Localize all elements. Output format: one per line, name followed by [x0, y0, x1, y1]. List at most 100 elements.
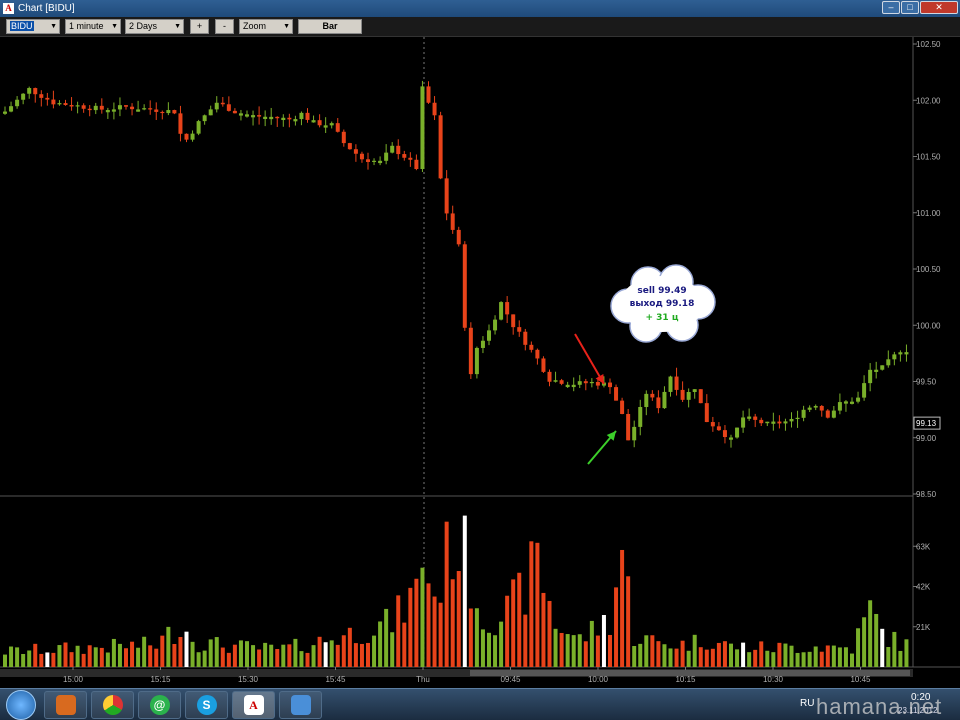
- candle-body: [704, 403, 709, 423]
- candle-body: [668, 376, 673, 392]
- close-button[interactable]: ✕: [920, 1, 958, 14]
- candle-body: [741, 417, 746, 428]
- candle-body: [75, 105, 80, 107]
- volume-bar: [208, 639, 213, 667]
- zoom-dropdown[interactable]: Zoom ▼: [239, 19, 293, 34]
- candle-body: [245, 114, 249, 117]
- bar-style-button[interactable]: Bar: [298, 19, 362, 34]
- taskbar-item-skype[interactable]: S: [185, 691, 228, 719]
- taskbar-item-explorer[interactable]: [279, 691, 322, 719]
- taskbar-item-mail[interactable]: @: [138, 691, 181, 719]
- volume-bar: [9, 646, 14, 667]
- volume-bar: [559, 632, 564, 667]
- volume-bar: [571, 635, 576, 667]
- price-tick-label: 101.00: [916, 209, 941, 218]
- candle-body: [390, 145, 395, 153]
- taskbar-item-chrome[interactable]: [91, 691, 134, 719]
- candle-body: [880, 365, 885, 370]
- explorer-icon: [290, 695, 311, 715]
- candle-body: [468, 327, 473, 375]
- price-tick-label: 101.50: [916, 153, 941, 162]
- volume-bar: [154, 648, 159, 667]
- candle-body: [45, 97, 50, 100]
- volume-bar: [214, 637, 219, 667]
- candle-body: [172, 110, 177, 114]
- volume-bar: [124, 648, 128, 667]
- range-dropdown[interactable]: 2 Days ▼: [125, 19, 184, 34]
- minimize-button[interactable]: –: [882, 1, 900, 14]
- watermark-text: hamana.net: [816, 694, 943, 719]
- candle-body: [372, 160, 377, 162]
- candle-body: [384, 152, 389, 161]
- candle-body: [862, 383, 867, 398]
- zoom-in-button[interactable]: +: [190, 19, 209, 34]
- volume-bar: [487, 632, 491, 667]
- interval-dropdown[interactable]: 1 minute ▼: [65, 19, 121, 34]
- candle-body: [674, 376, 679, 390]
- volume-bar: [232, 644, 237, 667]
- volume-bar: [456, 571, 461, 667]
- candle-body: [680, 389, 685, 400]
- volume-bar: [329, 640, 334, 667]
- candle-body: [644, 393, 649, 408]
- candle-body: [396, 145, 401, 155]
- volume-bar: [202, 650, 207, 667]
- volume-bar: [680, 640, 685, 667]
- start-button[interactable]: [6, 690, 36, 720]
- volume-bar: [15, 647, 20, 667]
- volume-bar: [93, 647, 98, 667]
- candle-body: [831, 410, 836, 418]
- maximize-button[interactable]: □: [901, 1, 919, 14]
- volume-bar: [238, 640, 243, 667]
- candle-body: [474, 347, 479, 375]
- callout-profit-text: + 31 ц: [645, 313, 679, 323]
- zoom-out-button[interactable]: -: [215, 19, 234, 34]
- candle-body: [184, 133, 189, 140]
- candle-body: [517, 327, 522, 332]
- volume-bar: [747, 652, 752, 667]
- candle-body: [275, 116, 280, 119]
- volume-bar: [517, 572, 522, 667]
- volume-bar: [111, 638, 116, 667]
- candle-body: [698, 389, 703, 404]
- chrome-icon: [102, 695, 123, 715]
- candle-body: [789, 418, 794, 422]
- volume-bar: [3, 654, 7, 667]
- candle-body: [729, 437, 733, 440]
- candle-body: [130, 106, 135, 110]
- candle-body: [39, 94, 44, 98]
- volume-bar: [505, 595, 510, 667]
- volume-bar: [547, 600, 552, 667]
- volume-bar: [856, 628, 861, 667]
- candle-body: [656, 397, 661, 409]
- candle-body: [335, 123, 340, 132]
- trade-callout: sell 99.49 выход 99.18 + 31 ц: [606, 262, 718, 344]
- language-indicator[interactable]: RU: [800, 698, 814, 709]
- volume-bar: [674, 648, 679, 667]
- taskbar-item-trading-app[interactable]: A: [232, 691, 275, 719]
- candle-body: [214, 102, 219, 110]
- volume-bar: [468, 608, 473, 667]
- volume-bar: [626, 576, 631, 667]
- candle-body: [238, 113, 243, 116]
- volume-bar: [837, 647, 842, 667]
- candle-body: [353, 149, 358, 154]
- candle-body: [686, 391, 691, 400]
- volume-bar: [850, 653, 854, 667]
- candle-body: [51, 99, 56, 105]
- volume-bar: [257, 649, 262, 667]
- volume-bar: [668, 648, 673, 667]
- candle-body: [402, 154, 407, 158]
- taskbar-item-media[interactable]: [44, 691, 87, 719]
- candle-body: [311, 120, 316, 123]
- price-tick-label: 100.00: [916, 321, 941, 330]
- volume-bar: [710, 648, 715, 667]
- price-chart[interactable]: 102.50 102.00 101.50 101.00 100.50 100.00 99.5…: [0, 37, 960, 688]
- volume-bar: [33, 643, 38, 667]
- candle-body: [305, 112, 310, 120]
- symbol-input[interactable]: BIDU ▼: [6, 19, 60, 34]
- candle-body: [571, 384, 576, 388]
- candle-body: [710, 422, 715, 427]
- volume-bar: [142, 636, 147, 667]
- volume-bar: [196, 652, 201, 667]
